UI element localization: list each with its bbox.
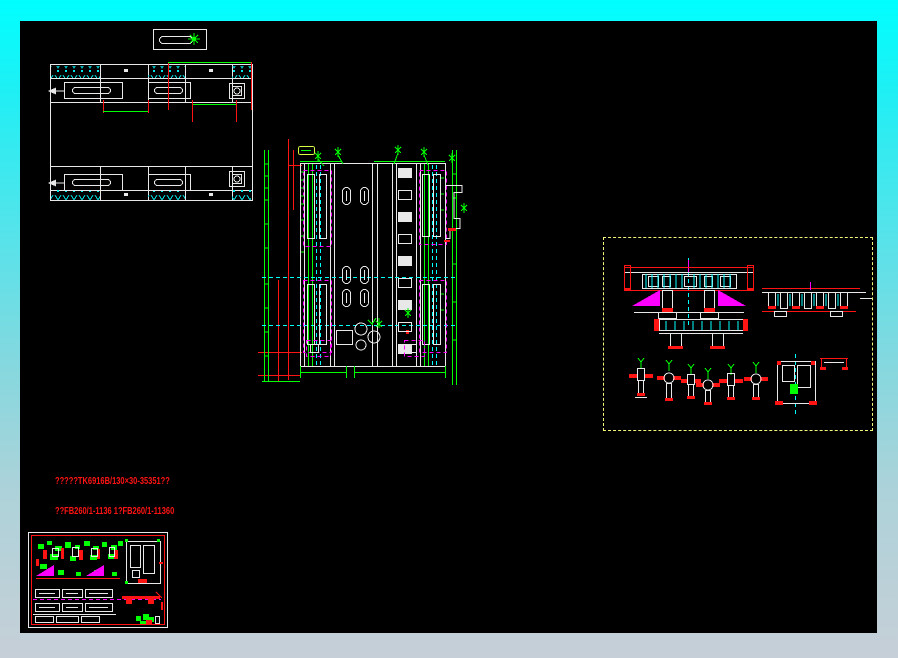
thumbnail-table	[33, 589, 161, 623]
details-panel[interactable]	[603, 237, 873, 431]
cad-canvas[interactable]: ?????TK6916B/130×30-35351?? ??FB260/1-11…	[20, 21, 877, 633]
part-detail-box[interactable]	[152, 27, 208, 53]
detail-channel-bracket[interactable]	[820, 358, 848, 371]
assembly-top-view[interactable]	[46, 60, 258, 208]
thumbnail-mechanism	[36, 541, 123, 579]
thumbnail-bracket	[122, 591, 163, 624]
thumbnail-right-detail	[125, 539, 163, 584]
main-plan-view[interactable]	[256, 134, 470, 388]
drawing-note-2[interactable]: ??FB260/1-1136 1?FB260/1-11360	[55, 506, 174, 517]
detail-rail-section[interactable]	[624, 258, 754, 326]
detail-housing[interactable]	[775, 354, 817, 414]
sheet-thumbnail[interactable]	[28, 532, 168, 628]
detail-side-rail[interactable]	[762, 282, 872, 317]
detail-cross-bar[interactable]	[654, 319, 748, 349]
drawing-note-1[interactable]: ?????TK6916B/130×30-35351??	[55, 476, 170, 487]
window-frame: ?????TK6916B/130×30-35351?? ??FB260/1-11…	[0, 0, 898, 658]
detail-bolts-row[interactable]	[629, 357, 768, 405]
